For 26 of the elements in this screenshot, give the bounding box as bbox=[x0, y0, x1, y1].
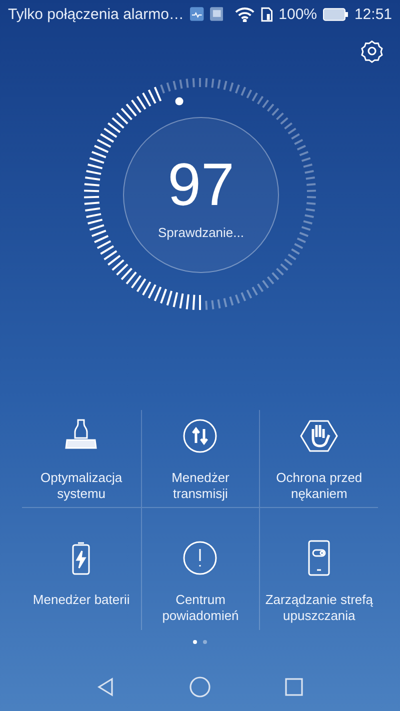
tool-tile[interactable]: Ochrona przed nękaniem bbox=[259, 410, 378, 508]
tool-tile[interactable]: Menedżer baterii bbox=[22, 508, 141, 630]
tool-label: Menedżer baterii bbox=[32, 592, 130, 608]
sim-card-icon bbox=[260, 6, 273, 22]
notification-text: Tylko połączenia alarmo… bbox=[8, 6, 184, 22]
tool-tile[interactable]: Optymalizacja systemu bbox=[22, 410, 141, 508]
tool-label: Menedżer transmisji bbox=[172, 470, 230, 502]
tool-tile[interactable]: Centrum powiadomień bbox=[140, 508, 260, 630]
clock-time: 12:51 bbox=[354, 6, 392, 22]
notification-icon bbox=[210, 7, 224, 21]
tool-tile[interactable]: Menedżer transmisji bbox=[140, 410, 260, 508]
settings-button[interactable] bbox=[360, 39, 384, 63]
progress-dot bbox=[175, 97, 184, 106]
battery-percent: 100% bbox=[278, 6, 318, 22]
recents-button[interactable] bbox=[284, 677, 304, 697]
battery-icon bbox=[323, 8, 348, 20]
tool-label: Optymalizacja systemu bbox=[40, 470, 122, 502]
scan-status: Sprawdzanie... bbox=[158, 224, 244, 240]
notification-icon bbox=[190, 7, 204, 21]
score-value: 97 bbox=[168, 154, 234, 214]
wifi-icon bbox=[235, 6, 255, 22]
tool-label: Centrum powiadomień bbox=[162, 592, 239, 624]
tool-label: Zarządzanie strefą upuszczania bbox=[265, 592, 373, 624]
tool-label: Ochrona przed nękaniem bbox=[276, 470, 362, 502]
home-button[interactable] bbox=[188, 676, 211, 698]
tool-tile[interactable]: Zarządzanie strefą upuszczania bbox=[259, 508, 378, 630]
